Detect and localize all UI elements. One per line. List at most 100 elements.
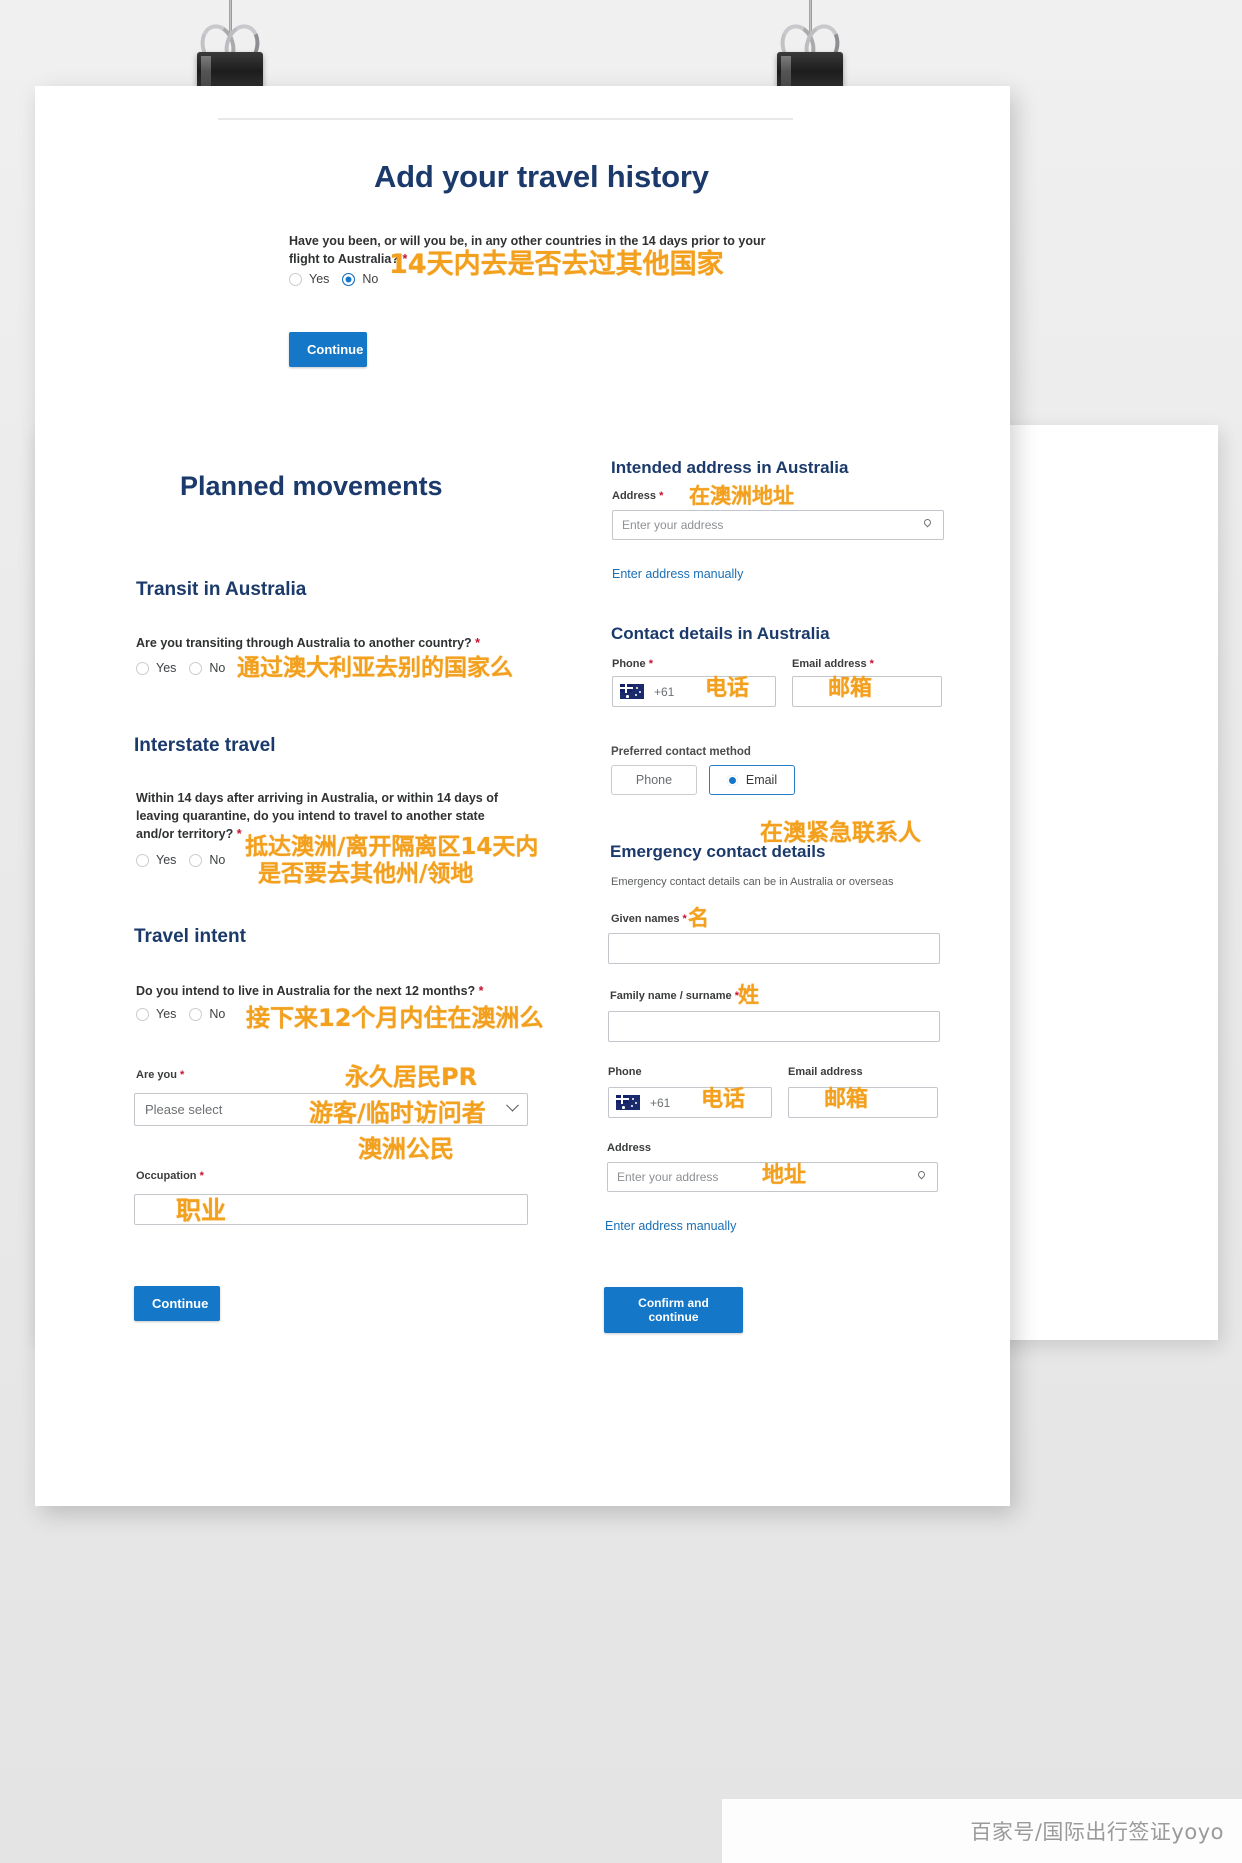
occupation-label-text: Occupation xyxy=(136,1170,197,1182)
transit-question-text: Are you transiting through Australia to … xyxy=(136,636,472,650)
are-you-selected-value: Please select xyxy=(145,1102,223,1117)
emergency-given-names-required-asterisk: * xyxy=(682,913,687,925)
are-you-annotation-cn-line2: 游客/临时访问者 xyxy=(309,1099,486,1127)
emergency-family-name-label: Family name / surname * xyxy=(610,990,739,1002)
emergency-email-annotation-cn: 邮箱 xyxy=(824,1087,869,1112)
contact-email-label: Email address * xyxy=(792,658,874,670)
intended-address-input[interactable]: Enter your address xyxy=(612,510,944,540)
travel-history-yes-label: Yes xyxy=(309,272,330,286)
interstate-yes-radio[interactable] xyxy=(136,853,149,867)
travel-intent-radio-group[interactable]: Yes No xyxy=(136,1007,225,1021)
interstate-radio-group[interactable]: Yes No xyxy=(136,853,225,867)
emergency-email-label: Email address xyxy=(788,1066,863,1078)
preferred-method-phone-option[interactable]: Phone xyxy=(611,765,697,795)
are-you-required-asterisk: * xyxy=(180,1069,185,1081)
emergency-family-name-label-text: Family name / surname xyxy=(610,990,732,1002)
emergency-given-names-annotation-cn: 名 xyxy=(688,906,709,930)
interstate-heading: Interstate travel xyxy=(134,735,276,756)
travel-history-continue-button[interactable]: Continue xyxy=(289,332,367,367)
travel-intent-heading: Travel intent xyxy=(134,926,246,947)
interstate-yes-label: Yes xyxy=(156,853,177,867)
travel-history-annotation-cn: 14天内去是否去过其他国家 xyxy=(389,249,724,280)
emergency-phone-input[interactable]: +61 xyxy=(608,1087,772,1118)
emergency-family-name-annotation-cn: 姓 xyxy=(738,983,759,1007)
preferred-method-email-radio xyxy=(726,774,738,786)
australia-flag-icon xyxy=(620,684,644,699)
interstate-annotation-cn-line2: 是否要去其他州/领地 xyxy=(258,861,474,887)
travel-intent-annotation-cn: 接下来12个月内住在澳洲么 xyxy=(246,1004,544,1032)
emergency-contact-subtitle: Emergency contact details can be in Aust… xyxy=(611,876,894,888)
travel-intent-yes-radio[interactable] xyxy=(136,1007,149,1021)
chevron-down-icon xyxy=(506,1098,519,1112)
emergency-family-name-input[interactable] xyxy=(608,1011,940,1042)
travel-intent-required-asterisk: * xyxy=(478,984,484,998)
occupation-annotation-cn: 职业 xyxy=(176,1196,227,1225)
transit-no-label: No xyxy=(209,661,226,675)
occupation-label: Occupation * xyxy=(136,1170,204,1182)
intended-address-placeholder: Enter your address xyxy=(622,518,724,532)
emergency-phone-country-code: +61 xyxy=(650,1095,671,1110)
contact-phone-annotation-cn: 电话 xyxy=(705,676,750,701)
confirm-and-continue-button[interactable]: Confirm and continue xyxy=(604,1287,743,1333)
interstate-no-radio[interactable] xyxy=(189,853,203,867)
top-divider xyxy=(218,118,793,120)
emergency-address-manual-link[interactable]: Enter address manually xyxy=(605,1219,736,1233)
transit-question: Are you transiting through Australia to … xyxy=(136,634,516,652)
contact-email-annotation-cn: 邮箱 xyxy=(828,676,873,701)
australia-flag-icon xyxy=(616,1095,640,1110)
interstate-required-asterisk: * xyxy=(236,827,242,842)
contact-email-required-asterisk: * xyxy=(869,658,874,670)
page-title: Add your travel history xyxy=(374,159,709,194)
are-you-label: Are you * xyxy=(136,1069,184,1081)
contact-phone-required-asterisk: * xyxy=(648,658,653,670)
travel-history-radio-group[interactable]: Yes No xyxy=(289,272,378,286)
transit-heading: Transit in Australia xyxy=(136,579,307,600)
contact-phone-input[interactable]: +61 xyxy=(612,676,776,707)
location-pin-icon xyxy=(915,1169,928,1184)
intended-address-label-text: Address xyxy=(612,490,657,502)
travel-history-yes-radio[interactable] xyxy=(289,272,302,286)
travel-intent-question: Do you intend to live in Australia for t… xyxy=(136,982,536,1000)
preferred-method-phone-label: Phone xyxy=(635,773,673,787)
preferred-method-email-label: Email xyxy=(745,773,778,787)
emergency-contact-heading: Emergency contact details xyxy=(610,842,826,861)
contact-phone-country-code: +61 xyxy=(654,684,675,699)
intended-address-heading: Intended address in Australia xyxy=(611,458,849,477)
travel-intent-question-text: Do you intend to live in Australia for t… xyxy=(136,984,476,998)
transit-no-radio[interactable] xyxy=(189,661,203,675)
location-pin-icon xyxy=(921,517,934,532)
contact-phone-label: Phone * xyxy=(612,658,653,670)
emergency-address-placeholder: Enter your address xyxy=(617,1170,719,1184)
watermark-text: 百家号/国际出行签证yoyo xyxy=(970,1820,1224,1844)
planned-movements-heading: Planned movements xyxy=(180,471,443,501)
contact-email-label-text: Email address xyxy=(792,658,867,670)
transit-required-asterisk: * xyxy=(475,636,481,650)
emergency-given-names-input[interactable] xyxy=(608,933,940,964)
preferred-contact-method-group[interactable]: Phone Email xyxy=(611,765,795,795)
emergency-phone-label: Phone xyxy=(608,1066,642,1078)
emergency-address-label: Address xyxy=(607,1142,652,1154)
emergency-given-names-label: Given names * xyxy=(611,913,687,925)
travel-intent-no-label: No xyxy=(209,1007,226,1021)
transit-annotation-cn: 通过澳大利亚去别的国家么 xyxy=(237,655,513,681)
emergency-address-annotation-cn: 地址 xyxy=(762,1163,807,1188)
are-you-annotation-cn-line3: 澳洲公民 xyxy=(358,1135,454,1163)
are-you-label-text: Are you xyxy=(136,1069,177,1081)
are-you-annotation-cn-line1: 永久居民PR xyxy=(345,1063,478,1091)
watermark: 百家号/国际出行签证yoyo xyxy=(722,1799,1242,1863)
interstate-annotation-cn-line1: 抵达澳洲/离开隔离区14天内 xyxy=(245,834,539,860)
intended-address-label: Address * xyxy=(612,490,663,502)
intended-address-manual-link[interactable]: Enter address manually xyxy=(612,567,743,581)
travel-intent-no-radio[interactable] xyxy=(189,1007,203,1021)
intended-address-required-asterisk: * xyxy=(659,490,664,502)
travel-history-no-label: No xyxy=(362,272,379,286)
travel-history-no-radio[interactable] xyxy=(342,272,356,286)
planned-movements-continue-button[interactable]: Continue xyxy=(134,1286,220,1321)
preferred-method-email-option[interactable]: Email xyxy=(709,765,795,795)
transit-radio-group[interactable]: Yes No xyxy=(136,661,225,675)
transit-yes-radio[interactable] xyxy=(136,661,149,675)
travel-intent-yes-label: Yes xyxy=(156,1007,177,1021)
emergency-given-names-label-text: Given names xyxy=(611,913,680,925)
preferred-contact-method-label: Preferred contact method xyxy=(611,746,751,758)
interstate-no-label: No xyxy=(209,853,226,867)
